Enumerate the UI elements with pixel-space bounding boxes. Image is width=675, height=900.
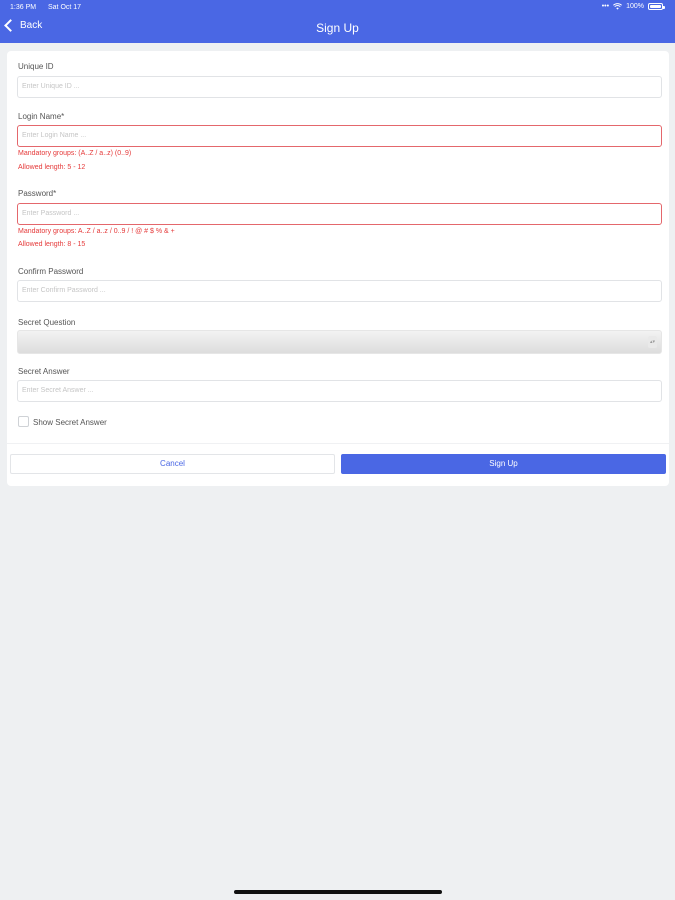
login-name-label: Login Name*	[18, 112, 65, 121]
secret-answer-input[interactable]: Enter Secret Answer ...	[17, 380, 662, 402]
password-input[interactable]: Enter Password ...	[17, 203, 662, 225]
sign-up-form: Unique ID Enter Unique ID ... Login Name…	[7, 51, 669, 486]
show-secret-answer-checkbox[interactable]	[18, 416, 29, 427]
page-title: Sign Up	[316, 21, 359, 35]
login-name-hint-length: Allowed length: 5 - 12	[18, 164, 86, 171]
status-time: 1:36 PM	[10, 4, 37, 11]
status-indicators: ••• 100%	[601, 3, 665, 10]
cancel-button[interactable]: Cancel	[10, 454, 335, 474]
password-label: Password*	[18, 189, 57, 198]
password-hint-length: Allowed length: 8 - 15	[18, 241, 86, 248]
secret-answer-label: Secret Answer	[18, 367, 70, 376]
secret-question-select[interactable]: ▴▾	[17, 330, 662, 354]
battery-level	[650, 5, 661, 8]
unique-id-input[interactable]: Enter Unique ID ...	[17, 76, 662, 98]
sign-up-button[interactable]: Sign Up	[341, 454, 666, 474]
password-hint-groups: Mandatory groups: A..Z / a..z / 0..9 / !…	[18, 228, 175, 235]
login-name-hint-groups: Mandatory groups: (A..Z / a..z) (0..9)	[18, 150, 132, 157]
battery-icon	[648, 3, 665, 10]
wifi-icon	[613, 3, 623, 10]
confirm-password-label: Confirm Password	[18, 267, 84, 276]
multitask-dots: •••	[601, 3, 610, 10]
confirm-password-input[interactable]: Enter Confirm Password ...	[17, 280, 662, 302]
home-indicator[interactable]	[234, 890, 442, 894]
unique-id-label: Unique ID	[18, 62, 54, 71]
status-date: Sat Oct 17	[48, 4, 82, 11]
divider	[7, 443, 669, 444]
show-secret-answer-label[interactable]: Show Secret Answer	[33, 418, 107, 427]
secret-question-label: Secret Question	[18, 318, 76, 327]
login-name-input[interactable]: Enter Login Name ...	[17, 125, 662, 147]
chevron-updown-icon: ▴▾	[648, 336, 657, 348]
battery-percentage: 100%	[626, 3, 644, 10]
nav-bar: 1:36 PM Sat Oct 17 ••• 100% Back Sign Up	[0, 0, 675, 43]
